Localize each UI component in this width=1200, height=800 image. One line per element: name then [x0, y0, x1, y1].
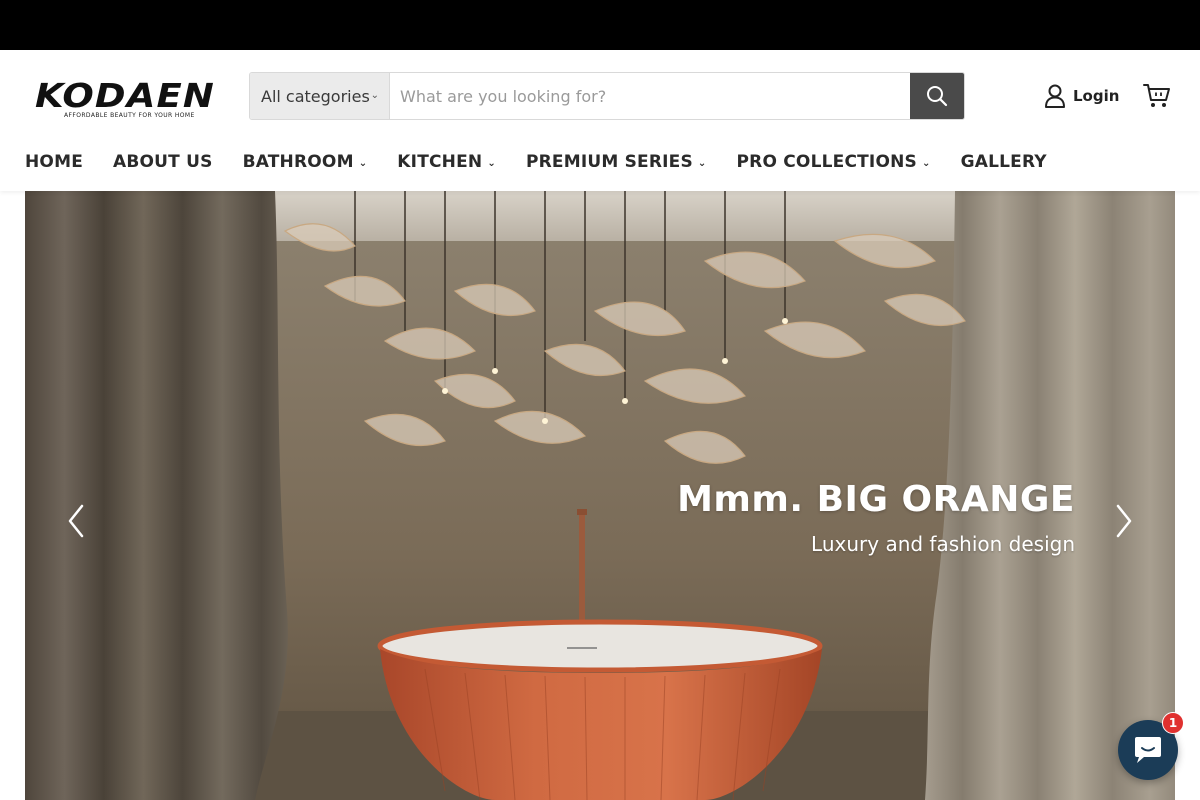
chevron-down-icon: ⌄: [697, 158, 707, 169]
nav-item-kitchen[interactable]: KITCHEN ⌄: [397, 152, 496, 172]
nav-item-home[interactable]: HOME: [25, 152, 83, 172]
nav-item-label: HOME: [25, 152, 84, 172]
search-bar: All categories ⌄ What are you looking fo…: [249, 72, 965, 120]
nav-item-label: GALLERY: [960, 152, 1047, 172]
nav-item-gallery[interactable]: GALLERY: [961, 152, 1047, 172]
logo-tagline: AFFORDABLE BEAUTY FOR YOUR HOME: [64, 112, 195, 119]
hero-slideshow: Mmm. BIG ORANGE Luxury and fashion desig…: [25, 191, 1175, 800]
cart-button[interactable]: [1143, 83, 1171, 109]
search-placeholder: What are you looking for?: [400, 86, 607, 106]
brand-logo[interactable]: KODAEN AFFORDABLE BEAUTY FOR YOUR HOME: [35, 79, 215, 121]
logo-wordmark: KODAEN: [35, 76, 215, 115]
slideshow-prev-button[interactable]: [62, 501, 92, 541]
nav-item-about-us[interactable]: ABOUT US: [113, 152, 213, 172]
nav-item-label: PRO COLLECTIONS: [736, 152, 917, 172]
login-label: Login: [1073, 87, 1120, 105]
nav-item-bathroom[interactable]: BATHROOM ⌄: [243, 152, 368, 172]
chevron-right-icon: [1116, 504, 1132, 538]
search-input[interactable]: What are you looking for?: [390, 73, 910, 119]
category-select-label: All categories: [261, 86, 370, 106]
nav-item-label: KITCHEN: [397, 152, 483, 172]
user-icon: [1045, 84, 1065, 108]
main-nav: HOME ABOUT US BATHROOM ⌄ KITCHEN ⌄ PREMI…: [25, 149, 1077, 175]
search-button[interactable]: [910, 73, 964, 119]
site-header: KODAEN AFFORDABLE BEAUTY FOR YOUR HOME A…: [0, 50, 1200, 191]
search-icon: [927, 86, 948, 107]
chat-icon: [1135, 737, 1161, 763]
chevron-down-icon: ⌄: [370, 90, 379, 101]
chevron-down-icon: ⌄: [358, 158, 368, 169]
nav-item-label: BATHROOM: [242, 152, 354, 172]
chat-notification-badge: 1: [1162, 712, 1184, 734]
slideshow-next-button[interactable]: [1108, 501, 1138, 541]
chevron-down-icon: ⌄: [921, 158, 931, 169]
nav-item-label: ABOUT US: [113, 152, 213, 172]
chevron-left-icon: [68, 504, 84, 538]
category-select[interactable]: All categories ⌄: [250, 73, 390, 119]
cart-icon: [1143, 84, 1170, 107]
chevron-down-icon: ⌄: [487, 158, 496, 169]
nav-item-premium-series[interactable]: PREMIUM SERIES ⌄: [526, 152, 707, 172]
nav-item-label: PREMIUM SERIES: [525, 152, 693, 172]
nav-item-pro-collections[interactable]: PRO COLLECTIONS ⌄: [737, 152, 931, 172]
hero-title: Mmm. BIG ORANGE: [677, 479, 1075, 520]
hero-subtitle: Luxury and fashion design: [811, 532, 1075, 556]
login-link[interactable]: Login: [1045, 83, 1119, 109]
announcement-bar: [0, 0, 1200, 50]
